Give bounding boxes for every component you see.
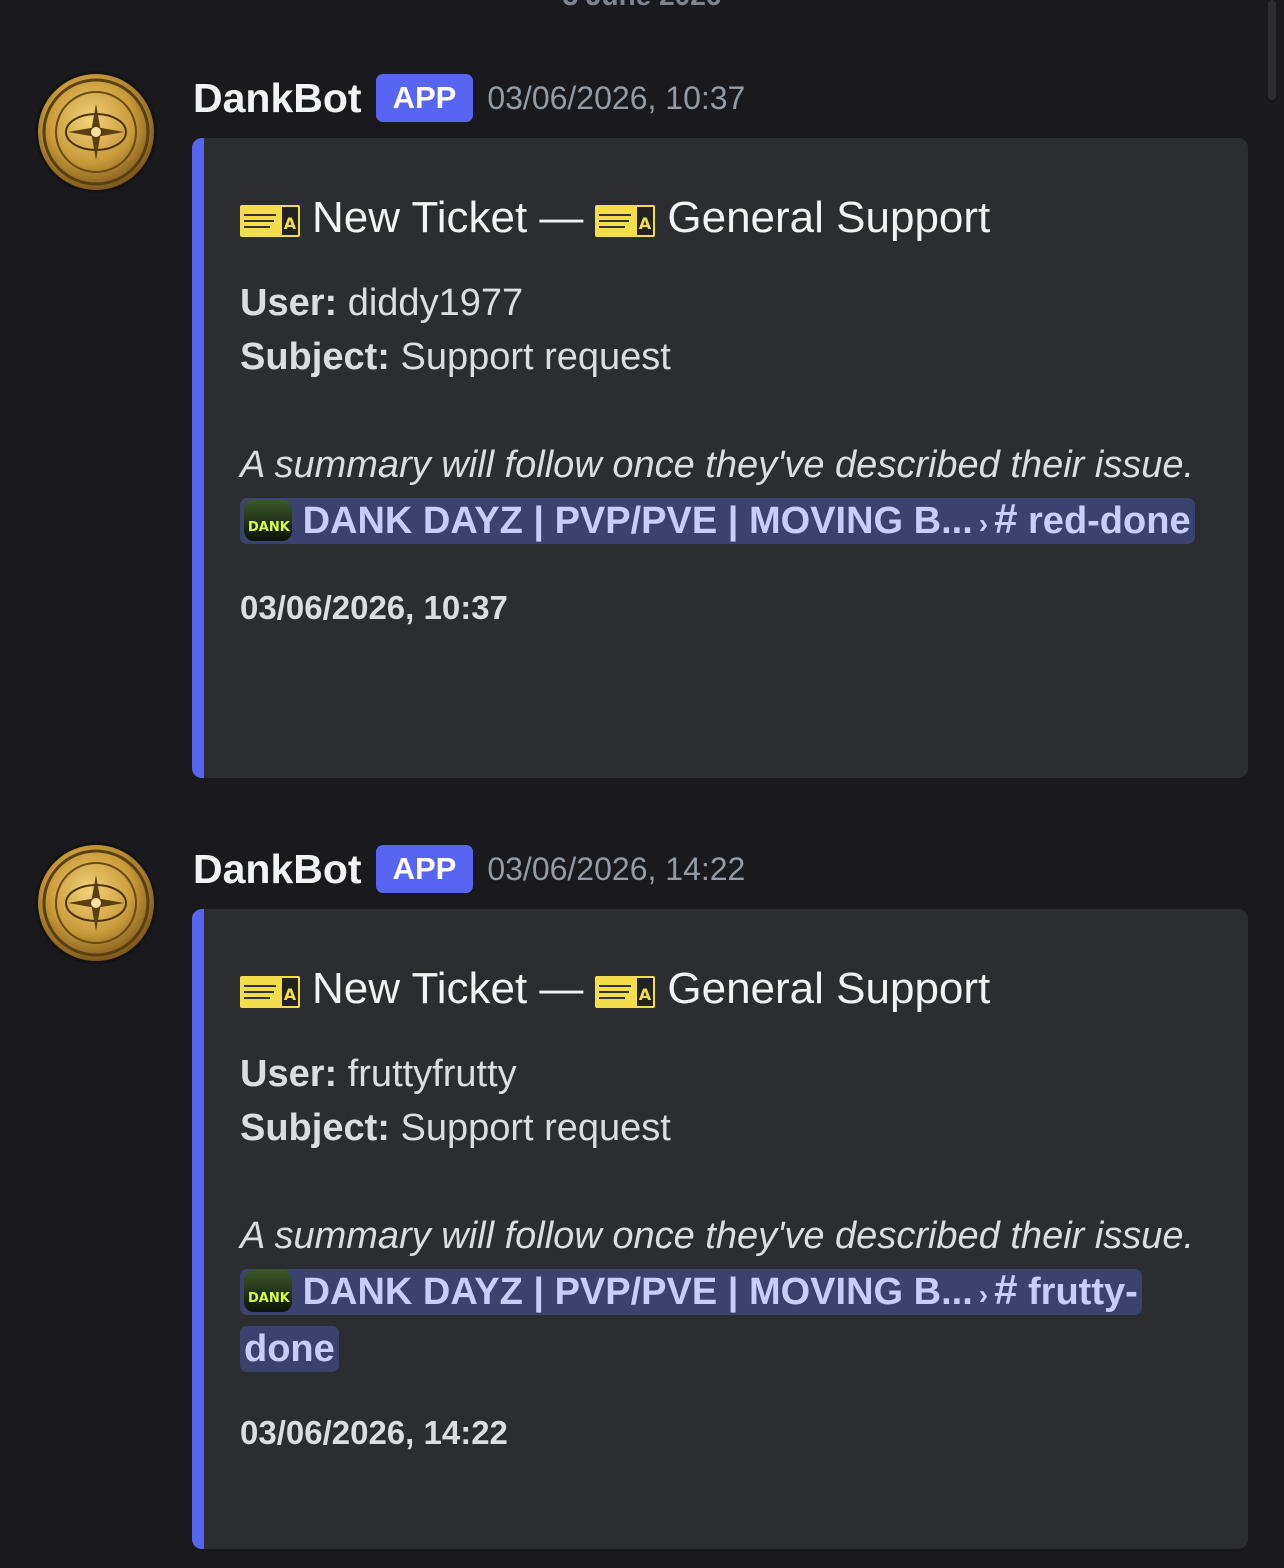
chevron-right-icon: › [978,508,989,539]
subject-value: Support request [400,1107,671,1149]
embed-footer-timestamp: 03/06/2026, 10:37 [240,589,508,626]
embed-accent-bar [192,138,204,778]
app-badge: APP [375,74,474,122]
ticket-icon: A [595,200,656,237]
app-badge: APP [375,845,474,893]
ticket-icon: A [595,971,656,1008]
compass-emblem-icon [42,78,150,186]
ticket-icon: A [240,971,300,1008]
user-field: User: fruttyfrutty [240,1047,1208,1101]
username[interactable]: DankBot [193,846,362,893]
user-label: User: [240,1053,338,1095]
ticket-embed: A New Ticket — A General Support User: d… [192,138,1248,778]
channel-mention-line: DANK DANK DAYZ | PVP/PVE | MOVING B... › #… [240,492,1208,551]
embed-title: A New Ticket — A General Support [240,190,1208,246]
message-header: DankBot APP 03/06/2026, 10:37 [193,70,745,126]
username[interactable]: DankBot [193,75,362,122]
embed-title-category: General Support [667,193,991,242]
subject-value: Support request [400,336,671,378]
svg-text:A: A [284,214,297,233]
ticket-embed: A New Ticket — A General Support User: f… [192,909,1248,1549]
embed-title: A New Ticket — A General Support [240,961,1208,1017]
svg-text:A: A [639,214,652,233]
subject-field: Subject: Support request [240,330,1208,384]
svg-text:A: A [284,985,297,1004]
ticket-icon: A [240,200,300,237]
embed-title-category: General Support [667,964,991,1013]
subject-field: Subject: Support request [240,1101,1208,1155]
message-timestamp: 03/06/2026, 14:22 [487,850,746,887]
message-header: DankBot APP 03/06/2026, 14:22 [193,841,745,897]
channel-name: red-done [1028,500,1191,542]
message-timestamp: 03/06/2026, 10:37 [487,79,746,116]
embed-title-text: New Ticket — [312,193,584,242]
subject-label: Subject: [240,336,390,378]
hash-icon: # [994,495,1018,542]
summary-text: A summary will follow once they've descr… [240,444,1195,486]
user-label: User: [240,282,338,324]
compass-emblem-icon [42,849,150,957]
hash-icon: # [994,1266,1018,1313]
channel-mention[interactable]: DANK DANK DAYZ | PVP/PVE | MOVING B... › #… [240,1266,1142,1372]
user-value: fruttyfrutty [347,1053,517,1095]
chevron-right-icon: › [978,1279,989,1310]
dank-dayz-server-icon: DANK [244,499,292,541]
embed-fields: User: diddy1977 Subject: Support request [240,276,1208,384]
dank-dayz-server-icon: DANK [244,1270,292,1312]
embed-title-text: New Ticket — [312,964,584,1013]
channel-mention[interactable]: DANK DANK DAYZ | PVP/PVE | MOVING B... › #… [240,495,1195,544]
bot-avatar-icon[interactable] [38,845,154,961]
embed-fields: User: fruttyfrutty Subject: Support requ… [240,1047,1208,1155]
channel-mention-line: DANK DANK DAYZ | PVP/PVE | MOVING B... › #… [240,1263,1208,1376]
message: DankBot APP 03/06/2026, 14:22 A New Tick… [0,841,1284,1561]
date-divider: 3 June 2026 [0,0,1284,12]
embed-accent-bar [192,909,204,1549]
server-name: DANK DAYZ | PVP/PVE | MOVING B... [302,1271,973,1313]
bot-avatar-icon[interactable] [38,74,154,190]
user-field: User: diddy1977 [240,276,1208,330]
subject-label: Subject: [240,1107,390,1149]
svg-text:A: A [639,985,652,1004]
chat-page: 3 June 2026 DankBot APP 03/06/2026, 10:3… [0,0,1284,1568]
server-name: DANK DAYZ | PVP/PVE | MOVING B... [302,500,973,542]
message: DankBot APP 03/06/2026, 10:37 A New Tick… [0,70,1284,790]
summary-text: A summary will follow once they've descr… [240,1215,1195,1257]
user-value: diddy1977 [347,282,524,324]
embed-footer-timestamp: 03/06/2026, 14:22 [240,1414,508,1451]
